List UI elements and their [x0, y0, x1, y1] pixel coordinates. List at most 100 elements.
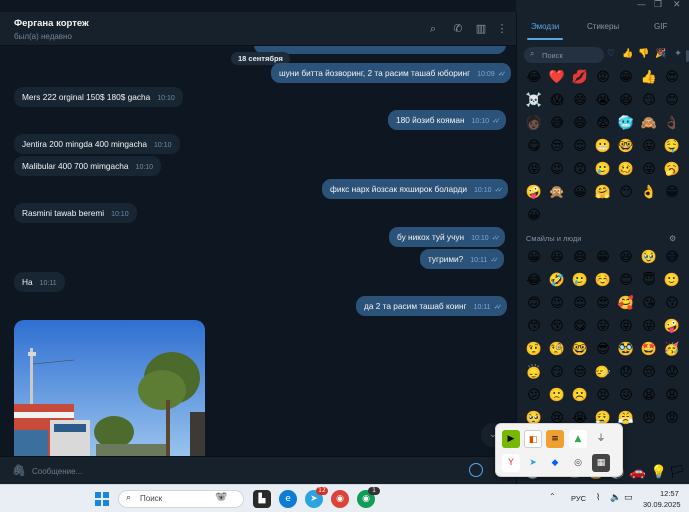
- emoji-item[interactable]: 😒: [547, 137, 567, 157]
- emoji-item[interactable]: 😍: [662, 68, 682, 88]
- message-outgoing[interactable]: тугрими? 10:11 ✓✓: [420, 249, 505, 269]
- emoji-item[interactable]: 😫: [639, 386, 659, 406]
- emoji-item[interactable]: 😚: [547, 317, 567, 337]
- emoji-item[interactable]: ☺️: [593, 271, 613, 291]
- emoji-item[interactable]: 😊: [662, 91, 682, 111]
- emoji-item[interactable]: 😄: [570, 114, 590, 134]
- emoji-item[interactable]: 😬: [593, 137, 613, 157]
- file-explorer-icon[interactable]: ▙: [253, 490, 271, 508]
- emoji-item[interactable]: 😝: [616, 317, 636, 337]
- wifi-icon[interactable]: ⌇: [596, 493, 600, 503]
- emoji-item[interactable]: 😡: [593, 68, 613, 88]
- emoji-item[interactable]: 👌🏿: [662, 114, 682, 134]
- message-incoming[interactable]: Ha 10:11: [14, 272, 65, 292]
- emoji-item[interactable]: 🤨: [524, 340, 544, 360]
- thumbs-up-icon[interactable]: 👍: [622, 48, 634, 60]
- emoji-item[interactable]: 😖: [616, 386, 636, 406]
- emoji-item[interactable]: 🤪: [662, 317, 682, 337]
- emoji-item[interactable]: 😏: [547, 363, 567, 383]
- message-outgoing[interactable]: бу никох туй учун 10:10 ✓✓: [389, 227, 506, 247]
- emoji-item[interactable]: 😆: [616, 91, 636, 111]
- heart-icon[interactable]: ♡: [605, 48, 617, 60]
- emoji-item[interactable]: 😭: [593, 91, 613, 111]
- emoji-item[interactable]: 😃: [547, 248, 567, 268]
- telegram-taskbar-icon[interactable]: ➤ 12: [305, 487, 328, 508]
- emoji-item[interactable]: 😁: [662, 183, 682, 203]
- emoji-item[interactable]: 😄: [570, 91, 590, 111]
- emoji-item[interactable]: 👍: [639, 68, 659, 88]
- volume-icon[interactable]: 🔈: [610, 493, 621, 503]
- emoji-item[interactable]: 🥲: [570, 271, 590, 291]
- more-options-icon[interactable]: ⋮: [496, 23, 508, 35]
- emoji-item[interactable]: 😜: [639, 160, 659, 180]
- skin-tone-icon[interactable]: ⚙: [669, 234, 676, 243]
- search-icon[interactable]: ⌕: [427, 23, 439, 35]
- display-icon[interactable]: ▦: [592, 454, 610, 472]
- close-icon[interactable]: ✕: [673, 0, 681, 10]
- emoji-item[interactable]: 😟: [662, 363, 682, 383]
- emoji-item[interactable]: 😀: [524, 206, 544, 226]
- stack-icon[interactable]: ≡: [546, 430, 564, 448]
- emoji-item[interactable]: 😉: [547, 294, 567, 314]
- emoji-item[interactable]: ☠️: [524, 91, 544, 111]
- emoji-item[interactable]: 😔: [639, 363, 659, 383]
- emoji-item[interactable]: 😜: [639, 317, 659, 337]
- sparkle-icon[interactable]: ✦: [672, 48, 684, 60]
- emoji-item[interactable]: 😌: [570, 137, 590, 157]
- game-icon[interactable]: ◎: [569, 454, 587, 472]
- emoji-item[interactable]: 💋: [570, 68, 590, 88]
- emoji-item[interactable]: 😡: [662, 409, 682, 429]
- emoji-item[interactable]: 😣: [593, 386, 613, 406]
- emoji-item[interactable]: 🙂: [662, 271, 682, 291]
- emoji-item[interactable]: ❤️: [547, 68, 567, 88]
- emoji-item[interactable]: 🤣: [547, 271, 567, 291]
- emoji-item[interactable]: 😁: [616, 68, 636, 88]
- emoji-item[interactable]: 🙂‍↔️: [593, 363, 613, 383]
- emoji-item[interactable]: 🤪: [524, 183, 544, 203]
- emoji-item[interactable]: 😛: [593, 317, 613, 337]
- emoji-item[interactable]: 😅: [547, 114, 567, 134]
- emoji-item[interactable]: 😒: [570, 363, 590, 383]
- emoji-item[interactable]: 🧐: [547, 340, 567, 360]
- nvidia-icon[interactable]: ▶: [502, 430, 520, 448]
- emoji-item[interactable]: 😉: [547, 160, 567, 180]
- battery-icon[interactable]: ▭: [624, 493, 633, 503]
- emoji-item[interactable]: 🥶: [616, 114, 636, 134]
- emoji-item[interactable]: 😁: [593, 248, 613, 268]
- emoji-item[interactable]: 😀: [524, 248, 544, 268]
- photo-message[interactable]: [14, 320, 205, 456]
- emoji-item[interactable]: 😆: [616, 248, 636, 268]
- emoji-search[interactable]: ⌕: [524, 47, 604, 63]
- emoji-item[interactable]: 😂: [524, 68, 544, 88]
- emoji-item[interactable]: 😨: [593, 114, 613, 134]
- emoji-item[interactable]: 😄: [570, 248, 590, 268]
- emoji-item[interactable]: 🙈: [639, 114, 659, 134]
- emoji-item[interactable]: 🙁: [547, 386, 567, 406]
- paperclip-icon[interactable]: 🖇: [12, 464, 26, 477]
- chrome-profile-icon[interactable]: ◉ 1: [357, 487, 380, 508]
- emoji-item[interactable]: 🤓: [616, 137, 636, 157]
- chat-title[interactable]: Фергана кортеж: [14, 18, 89, 29]
- emoji-item[interactable]: 😙: [524, 317, 544, 337]
- emoji-item[interactable]: 🥲: [593, 160, 613, 180]
- emoji-item[interactable]: ☹️: [570, 386, 590, 406]
- drive-icon[interactable]: ▲: [569, 430, 587, 448]
- message-incoming[interactable]: Mers 222 orginal 150$ 180$ gacha 10:10: [14, 87, 183, 107]
- emoji-item[interactable]: 🧑🏿: [524, 114, 544, 134]
- clock-time[interactable]: 12:57: [660, 489, 679, 498]
- message-outgoing[interactable]: фикс нарх йозсак яхширок боларди 10:10 ✓✓: [322, 179, 509, 199]
- minimize-icon[interactable]: —: [637, 0, 646, 10]
- objects-category-icon[interactable]: 💡: [649, 463, 669, 483]
- emoji-item[interactable]: 🥸: [616, 340, 636, 360]
- emoji-item[interactable]: 😇: [639, 271, 659, 291]
- emoji-item[interactable]: 😀: [570, 183, 590, 203]
- message-outgoing[interactable]: да 2 та расим ташаб коинг 10:11 ✓✓: [356, 296, 508, 316]
- windows-start-icon[interactable]: [95, 492, 109, 506]
- chevron-up-icon[interactable]: ⌃: [549, 492, 556, 501]
- emoji-item[interactable]: 🙊: [547, 183, 567, 203]
- emoji-item[interactable]: 🥰: [616, 294, 636, 314]
- emoji-item[interactable]: 😘: [639, 294, 659, 314]
- emoji-search-input[interactable]: [542, 49, 602, 61]
- thumbs-down-icon[interactable]: 👎: [638, 48, 650, 60]
- emoji-item[interactable]: 😞: [616, 363, 636, 383]
